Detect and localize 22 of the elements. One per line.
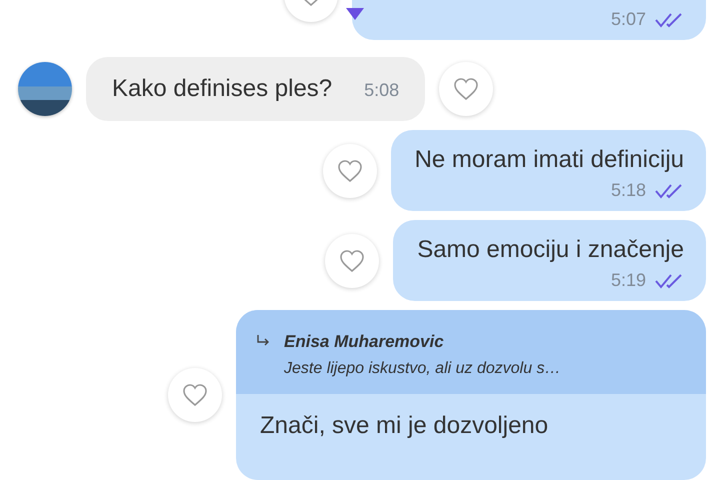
message-time: 5:07	[610, 9, 646, 30]
like-button[interactable]	[325, 234, 380, 288]
reaction-icon	[344, 8, 366, 22]
message-text: Znači, sve mi je dozvoljeno	[260, 412, 548, 440]
heart-icon	[336, 158, 363, 182]
quoted-message[interactable]: Enisa Muharemovic Jeste lijepo iskustvo, ali uz dozvolu s…	[236, 310, 706, 394]
message-text: Samo emociju i značenje	[417, 236, 684, 264]
heart-icon	[453, 77, 480, 101]
like-button[interactable]	[322, 144, 377, 198]
avatar-photo[interactable]	[18, 62, 72, 116]
like-button[interactable]	[439, 62, 494, 116]
message-text: Ne moram imati definiciju	[414, 146, 684, 174]
quoted-text: Jeste lijepo iskustvo, ali uz dozvolu s…	[284, 360, 561, 378]
message-time: 5:18	[610, 180, 646, 201]
quoted-author: Enisa Muharemovic	[284, 332, 445, 352]
heart-icon	[339, 248, 366, 272]
message-time: 5:08	[364, 80, 400, 101]
message-text: Kako definises ples?	[112, 75, 332, 103]
message-time: 5:19	[610, 270, 646, 291]
like-button[interactable]	[168, 368, 222, 422]
heart-icon	[182, 383, 208, 407]
reply-arrow-icon	[256, 334, 270, 348]
